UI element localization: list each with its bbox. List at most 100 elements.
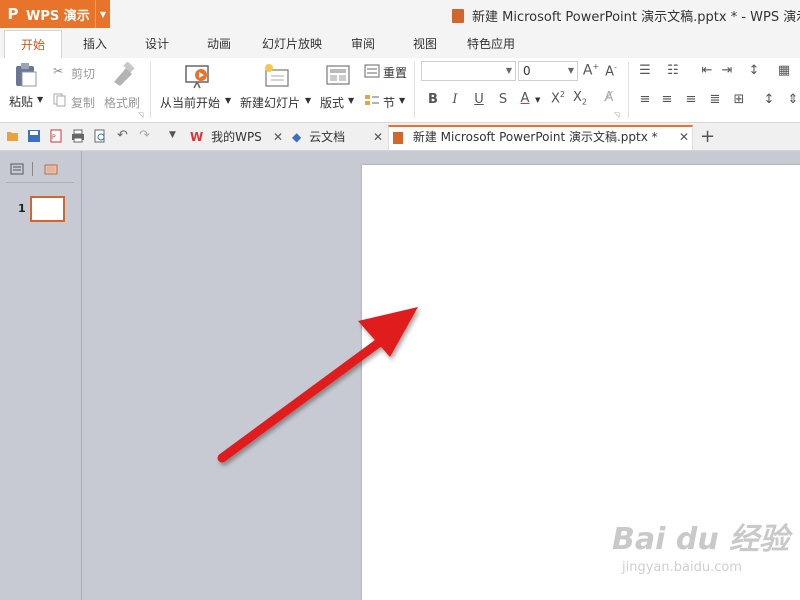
clear-format-icon[interactable]: A̸ <box>600 90 618 105</box>
print-icon[interactable] <box>71 129 85 143</box>
italic-icon[interactable]: I <box>446 92 464 107</box>
decrease-indent-icon[interactable]: ⇤ <box>698 63 716 78</box>
wps-icon: W <box>190 130 204 144</box>
cloud-doc-icon: ◆ <box>292 130 302 144</box>
slide-view-icon[interactable] <box>44 163 58 175</box>
expand-icon[interactable]: ◹ <box>614 111 619 119</box>
paste-button[interactable]: 粘贴 <box>9 93 33 110</box>
red-arrow-annotation <box>217 307 418 463</box>
justify-icon[interactable]: ≣ <box>706 92 724 107</box>
align-right-icon[interactable]: ≡ <box>682 92 700 107</box>
reset-icon <box>364 64 380 78</box>
tab-cloud-docs[interactable]: ◆ 云文档 <box>292 125 345 150</box>
numbered-list-icon[interactable]: ☷ <box>664 63 682 78</box>
reset-button[interactable]: 重置 <box>383 64 407 81</box>
align-left-icon[interactable]: ≡ <box>636 92 654 107</box>
layout-icon <box>326 65 350 85</box>
copy-icon <box>53 93 66 107</box>
tab-home[interactable]: 开始 <box>4 30 62 58</box>
format-painter-icon <box>114 62 135 86</box>
distribute-icon[interactable]: ⊞ <box>730 92 748 107</box>
tab-design[interactable]: 设计 <box>132 30 182 58</box>
window-title: 新建 Microsoft PowerPoint 演示文稿.pptx * - WP… <box>452 6 800 25</box>
chevron-down-icon: ▼ <box>567 66 574 75</box>
bullet-list-icon[interactable]: ☰ <box>636 63 654 78</box>
section-icon <box>365 95 379 105</box>
superscript-icon[interactable]: X2 <box>549 90 567 106</box>
copy-button[interactable]: 复制 <box>71 94 95 111</box>
pane-separator <box>6 182 74 183</box>
font-size-value: 0 <box>523 64 531 78</box>
chevron-down-icon[interactable]: ▼ <box>37 95 43 104</box>
tab-view[interactable]: 视图 <box>400 30 450 58</box>
new-tab-plus-icon[interactable]: + <box>700 126 715 147</box>
close-icon[interactable]: ✕ <box>273 125 283 150</box>
text-direction-icon[interactable]: ↕ <box>745 63 763 78</box>
ribbon-divider <box>414 62 415 118</box>
window-title-text: 新建 Microsoft PowerPoint 演示文稿.pptx * - WP… <box>472 10 800 25</box>
app-menu-button[interactable]: P WPS 演示 ▼ <box>0 0 110 28</box>
tab-label: 我的WPS <box>211 130 262 144</box>
tab-label: 云文档 <box>309 130 346 144</box>
outline-view-icon[interactable] <box>10 163 24 175</box>
ppt-file-icon <box>452 8 464 23</box>
paste-icon[interactable] <box>14 62 38 88</box>
save-icon[interactable] <box>27 129 41 143</box>
chevron-down-icon[interactable]: ▼ <box>169 130 176 140</box>
line-spacing-icon[interactable]: ↕ <box>760 92 778 107</box>
cut-button[interactable]: 剪切 <box>71 65 95 82</box>
section-button[interactable]: 节 <box>383 94 395 111</box>
close-icon[interactable]: ✕ <box>679 125 689 150</box>
layout-button[interactable]: 版式 <box>320 94 344 111</box>
columns-icon[interactable]: ▦ <box>775 63 793 78</box>
font-name-select[interactable]: ▼ <box>421 61 516 81</box>
font-color-icon[interactable]: A <box>516 91 534 106</box>
chevron-down-icon: ▼ <box>505 66 512 75</box>
from-current-button[interactable]: 从当前开始 <box>160 94 220 111</box>
ribbon-divider <box>628 62 629 118</box>
tab-review[interactable]: 审阅 <box>338 30 388 58</box>
format-painter-button[interactable]: 格式刷 <box>104 94 140 111</box>
redo-icon[interactable]: ↷ <box>139 128 150 143</box>
subscript-icon[interactable]: X2 <box>571 90 589 107</box>
wps-logo-icon: P <box>7 5 19 23</box>
chevron-down-icon[interactable]: ▼ <box>399 96 405 105</box>
chevron-down-icon[interactable]: ▼ <box>225 96 231 105</box>
chevron-down-icon[interactable]: ▼ <box>95 0 110 28</box>
increase-indent-icon[interactable]: ⇥ <box>718 63 736 78</box>
baidu-watermark-url: jingyan.baidu.com <box>622 560 742 575</box>
chevron-down-icon[interactable]: ▼ <box>305 96 311 105</box>
underline-icon[interactable]: U <box>470 92 488 107</box>
tab-insert[interactable]: 插入 <box>70 30 120 58</box>
tab-animation[interactable]: 动画 <box>194 30 244 58</box>
chevron-down-icon[interactable]: ▼ <box>535 96 540 104</box>
export-pdf-icon[interactable]: P <box>49 129 63 143</box>
tab-label: 新建 Microsoft PowerPoint 演示文稿.pptx * <box>412 130 658 144</box>
chevron-down-icon[interactable]: ▼ <box>348 96 354 105</box>
shrink-font-icon[interactable]: A- <box>602 63 620 79</box>
new-slide-button[interactable]: 新建幻灯片 <box>240 94 300 111</box>
print-preview-icon[interactable] <box>93 129 107 143</box>
baidu-watermark: Bai du 经验 <box>612 522 790 557</box>
close-icon[interactable]: ✕ <box>373 125 383 150</box>
slide-number: 1 <box>18 202 26 215</box>
paragraph-spacing-icon[interactable]: ⇕ <box>784 92 800 107</box>
font-size-select[interactable]: 0 ▼ <box>518 61 578 81</box>
tab-slideshow[interactable]: 幻灯片放映 <box>254 30 330 58</box>
ppt-file-icon <box>393 131 403 144</box>
align-center-icon[interactable]: ≡ <box>658 92 676 107</box>
grow-font-icon[interactable]: A+ <box>582 62 600 79</box>
bold-icon[interactable]: B <box>424 92 442 107</box>
slide-thumbnail[interactable] <box>30 196 65 222</box>
pane-divider <box>32 162 33 176</box>
open-folder-icon[interactable] <box>6 129 20 143</box>
tab-my-wps[interactable]: W 我的WPS <box>190 125 262 150</box>
shadow-icon[interactable]: S <box>494 92 512 107</box>
slideshow-play-icon <box>185 65 209 89</box>
undo-icon[interactable]: ↶ <box>117 128 128 143</box>
tab-current-document[interactable]: 新建 Microsoft PowerPoint 演示文稿.pptx * <box>388 125 693 150</box>
app-name: WPS 演示 <box>26 8 90 24</box>
tab-special-apps[interactable]: 特色应用 <box>460 30 522 58</box>
expand-icon[interactable]: ◹ <box>138 111 143 119</box>
ribbon-divider <box>150 62 151 118</box>
